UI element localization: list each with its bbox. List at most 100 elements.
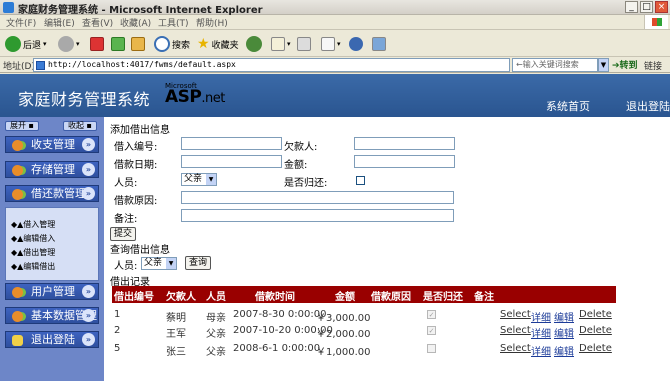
menu-help[interactable]: 帮助(H) — [196, 16, 228, 29]
title-bar: 家庭财务管理系统 - Microsoft Internet Explorer _… — [0, 0, 670, 16]
expand-button[interactable]: 展开 ▪ — [5, 121, 39, 131]
select-link[interactable]: Select — [500, 309, 531, 320]
home-link[interactable]: 系统首页 — [546, 98, 590, 114]
close-button[interactable]: × — [655, 1, 668, 13]
edit-button[interactable]: ▾ — [321, 35, 341, 53]
go-label: 转到 — [619, 61, 638, 71]
asp-logo-suffix: .net — [201, 91, 225, 106]
history-button[interactable] — [246, 35, 262, 53]
links-button[interactable]: 链接 — [644, 59, 662, 72]
back-button[interactable]: 后退 ▾ — [5, 35, 47, 53]
reason-input[interactable] — [181, 191, 454, 204]
window-title: 家庭财务管理系统 - Microsoft Internet Explorer — [18, 5, 263, 16]
menu-view[interactable]: 查看(V) — [82, 16, 113, 29]
menu-tools[interactable]: 工具(T) — [158, 16, 189, 29]
minimize-button[interactable]: _ — [625, 1, 638, 13]
back-label: 后退 — [23, 40, 42, 51]
delete-link[interactable]: Delete — [579, 343, 612, 354]
asp-logo-text: ASP — [165, 87, 202, 107]
select-link[interactable]: Select — [500, 325, 531, 336]
address-input[interactable]: http://localhost:4017/fwms/default.aspx — [33, 58, 510, 72]
note-label: 备注: — [114, 214, 138, 225]
mail-button[interactable]: ▾ — [271, 35, 291, 53]
submenu-item-edit-borrow-in[interactable]: ◆▲编辑借入 — [11, 233, 55, 244]
delete-link[interactable]: Delete — [579, 325, 612, 336]
sidebar-item-loans[interactable]: 借还款管理 » — [5, 185, 99, 202]
browser-window: 家庭财务管理系统 - Microsoft Internet Explorer _… — [0, 0, 670, 381]
print-button[interactable] — [297, 35, 311, 53]
menu-edit[interactable]: 编辑(E) — [44, 16, 75, 29]
sidebar-item-savings[interactable]: 存储管理 » — [5, 161, 99, 178]
sidebar-item-logout[interactable]: 退出登陆 » — [5, 331, 99, 348]
returned-label: 是否归还: — [284, 178, 328, 189]
date-input[interactable] — [181, 155, 282, 168]
returned-checkbox[interactable] — [356, 176, 365, 185]
detail-link[interactable]: 详细 — [531, 343, 551, 358]
table-row: 2 王军 父亲 2007-10-20 0:00:00 ￥2,000.00 ✓ S… — [112, 321, 616, 340]
amount-input[interactable] — [354, 155, 455, 168]
windows-flag-icon — [644, 15, 668, 29]
forward-button[interactable]: ▾ — [58, 35, 80, 53]
note-input[interactable] — [181, 209, 454, 222]
sidebar-item-users[interactable]: 用户管理 » — [5, 283, 99, 300]
collapse-button[interactable]: 收起 ▪ — [63, 121, 97, 131]
cell-person: 父亲 — [206, 329, 226, 340]
query-button[interactable]: 查询 — [185, 256, 212, 270]
word-icon — [321, 37, 335, 51]
double-chevron-icon: » — [82, 309, 95, 322]
select-link[interactable]: Select — [500, 343, 531, 354]
edit-link[interactable]: 编辑 — [554, 325, 574, 340]
go-button[interactable]: ➔转到 — [612, 58, 638, 71]
sidebar-item-basic-data[interactable]: 基本数据管理 » — [5, 307, 99, 324]
messenger-button[interactable] — [349, 35, 363, 53]
maximize-button[interactable]: □ — [640, 1, 653, 13]
col-header-amount: 金额 — [335, 292, 355, 303]
chevron-down-icon: ▼ — [166, 258, 176, 269]
menu-favorites[interactable]: 收藏(A) — [120, 16, 151, 29]
collapse-label: 收起 — [68, 121, 84, 130]
debtor-input[interactable] — [354, 137, 455, 150]
query-person-select[interactable]: 父亲 ▼ — [141, 257, 177, 270]
logout-link[interactable]: 退出登陆 — [626, 98, 670, 114]
col-header-person: 人员 — [206, 292, 226, 303]
col-header-id: 借出编号 — [114, 292, 154, 303]
search-dropdown-button[interactable]: ▼ — [598, 58, 609, 72]
detail-link[interactable]: 详细 — [531, 325, 551, 340]
debtor-label: 欠款人: — [284, 142, 318, 153]
double-chevron-icon: » — [82, 187, 95, 200]
cell-debtor: 张三 — [166, 347, 186, 358]
fruit-icon — [12, 189, 23, 200]
person-select[interactable]: 父亲 ▼ — [181, 173, 217, 186]
keyword-search-input[interactable]: ←输入关键词搜索 — [512, 58, 598, 72]
home-button[interactable] — [131, 35, 145, 53]
stop-button[interactable] — [90, 35, 104, 53]
research-button[interactable] — [372, 35, 386, 53]
stop-icon — [90, 37, 104, 51]
refresh-button[interactable] — [111, 35, 125, 53]
search-icon — [154, 36, 170, 52]
edit-link[interactable]: 编辑 — [554, 343, 574, 358]
fruit-icon — [12, 165, 23, 176]
submit-button[interactable]: 提交 — [110, 227, 137, 241]
submenu-item-lend-out[interactable]: ◆▲借出管理 — [11, 247, 55, 258]
delete-link[interactable]: Delete — [579, 309, 612, 320]
cell-id: 2 — [114, 325, 121, 336]
menu-file[interactable]: 文件(F) — [6, 16, 36, 29]
amount-label: 金额: — [284, 160, 308, 171]
submenu-item-borrow-in[interactable]: ◆▲借入管理 — [11, 219, 55, 230]
cell-person: 父亲 — [206, 347, 226, 358]
fruit-icon — [12, 311, 23, 322]
submenu-item-edit-lend-out[interactable]: ◆▲编辑借出 — [11, 261, 55, 272]
favorites-button[interactable]: ★ 收藏夹 — [197, 35, 239, 53]
address-url: http://localhost:4017/fwms/default.aspx — [48, 60, 236, 69]
sidebar-item-income-expense[interactable]: 收支管理 » — [5, 136, 99, 153]
printer-icon — [297, 37, 311, 51]
search-button[interactable]: 搜索 — [154, 35, 190, 53]
home-icon — [131, 37, 145, 51]
address-bar: 地址(D) http://localhost:4017/fwms/default… — [0, 57, 670, 73]
page-icon — [36, 61, 45, 70]
col-header-time: 借款时间 — [255, 292, 295, 303]
favorites-label: 收藏夹 — [211, 40, 239, 51]
back-arrow-icon — [5, 36, 21, 52]
borrow-id-input[interactable] — [181, 137, 282, 150]
